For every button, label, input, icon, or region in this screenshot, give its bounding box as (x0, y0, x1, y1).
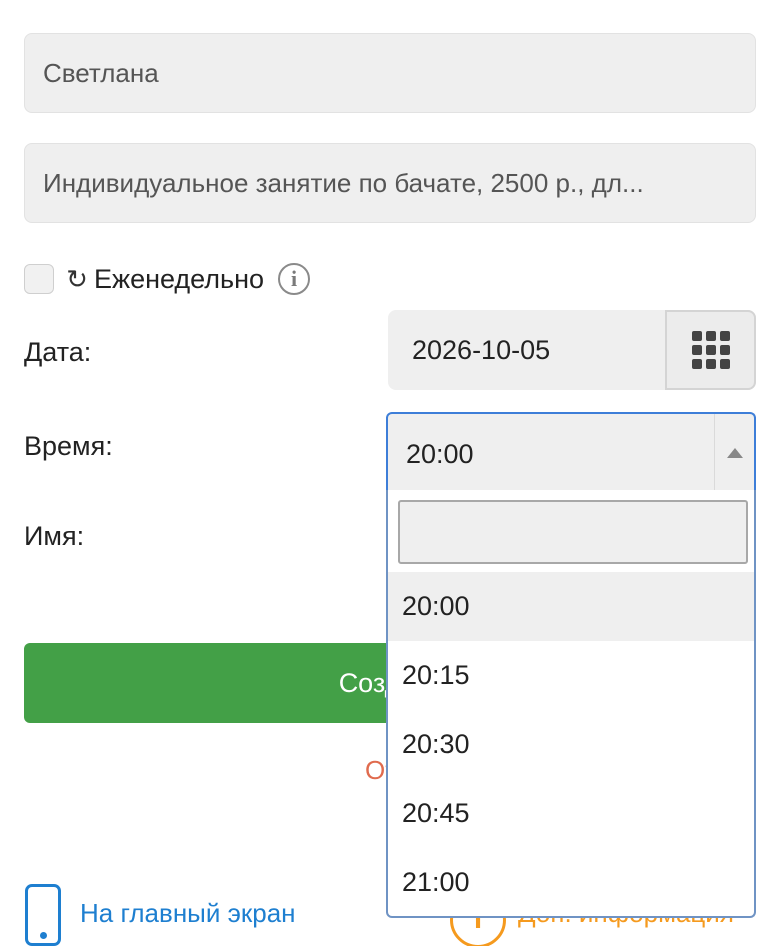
calendar-button[interactable] (665, 310, 756, 390)
client-name-field[interactable]: Светлана (24, 33, 756, 113)
time-option[interactable]: 21:00 (388, 848, 754, 916)
date-label: Дата: (24, 337, 92, 367)
time-search-input[interactable] (398, 500, 748, 564)
dropdown-arrow[interactable] (714, 414, 754, 492)
info-icon[interactable]: i (278, 263, 311, 295)
time-option[interactable]: 20:00 (388, 572, 754, 641)
triangle-up-icon (726, 448, 743, 458)
service-field[interactable]: Индивидуальное занятие по бачате, 2500 р… (24, 143, 756, 223)
weekly-label[interactable]: Еженедельно (94, 264, 264, 295)
name-label: Имя: (24, 521, 85, 551)
time-label: Время: (24, 431, 113, 461)
weekly-repeat-row: ↻ Еженедельно i (24, 262, 311, 296)
time-option[interactable]: 20:15 (388, 641, 754, 710)
time-dropdown: 20:00 20:15 20:30 20:45 21:00 (386, 490, 756, 918)
time-select[interactable]: 20:00 (386, 412, 756, 492)
weekly-checkbox[interactable] (24, 264, 54, 294)
calendar-grid-icon (691, 331, 730, 369)
time-option[interactable]: 20:30 (388, 710, 754, 779)
time-selected-value[interactable]: 20:00 (388, 414, 714, 492)
time-option[interactable]: 20:45 (388, 779, 754, 848)
date-value[interactable]: 2026-10-05 (388, 310, 665, 390)
date-input[interactable]: 2026-10-05 (388, 310, 756, 390)
home-screen-link[interactable]: На главный экран (80, 898, 296, 929)
time-options-list: 20:00 20:15 20:30 20:45 21:00 (388, 572, 754, 916)
phone-icon[interactable] (25, 884, 61, 946)
repeat-icon: ↻ (66, 263, 88, 294)
